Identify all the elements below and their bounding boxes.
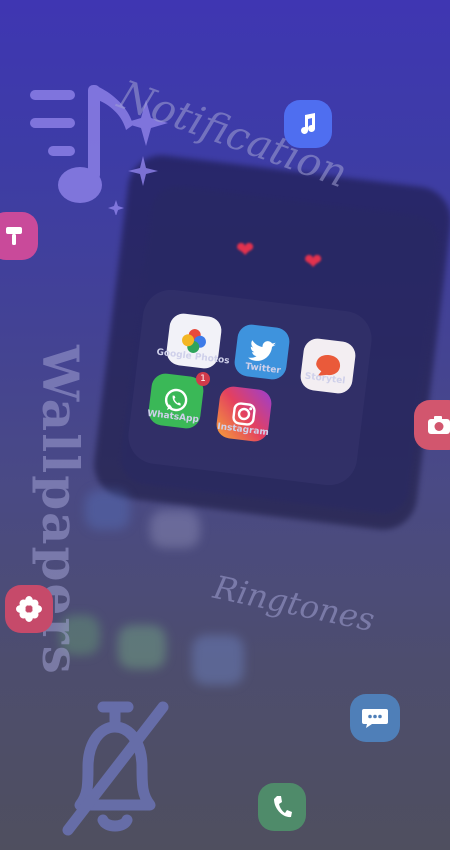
heart-icon: ❤ [304, 250, 323, 275]
notification-badge: 1 [196, 372, 210, 386]
paint-roller-icon [6, 227, 22, 245]
blurred-app [150, 510, 200, 548]
splash-screen: ❤ ❤ Google Photos Twitter Storytel 1 Wha… [0, 0, 450, 850]
ringtones-word: Ringtones [210, 568, 378, 640]
phone-handset-icon [274, 796, 292, 818]
flower-app-icon [5, 585, 53, 633]
camera-small-icon [428, 416, 450, 434]
blurred-app [85, 490, 130, 530]
blurred-app [118, 625, 166, 669]
phone-app-icon [258, 783, 306, 831]
messages-app-icon [350, 694, 400, 742]
bell-off-icon [62, 701, 169, 836]
heart-icon: ❤ [236, 238, 255, 263]
chat-bubble-icon [362, 709, 388, 728]
blurred-app [192, 635, 244, 685]
music-app-icon [284, 100, 332, 148]
camera-app-icon [414, 400, 450, 450]
flower-icon [16, 596, 42, 622]
paint-app-icon [0, 212, 38, 260]
music-note-small-icon [301, 113, 316, 134]
